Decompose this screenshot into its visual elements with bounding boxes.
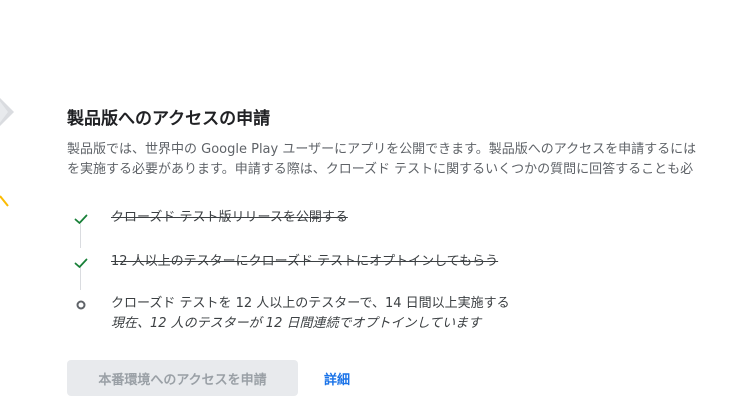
checklist-item-label: 12 人以上のテスターにクローズド テストにオプトインしてもらう — [111, 254, 499, 269]
circle-icon — [76, 300, 86, 310]
checklist-item-status-text: 現在、12 人のテスターが 12 日間連続でオプトインしています — [111, 316, 482, 331]
check-icon — [74, 214, 88, 224]
description-line-1: 製品版では、世界中の Google Play ユーザーにアプリを公開できます。製… — [67, 142, 697, 157]
request-production-access-button[interactable]: 本番環境へのアクセスを申請 — [67, 360, 298, 396]
checklist-item-3: クローズド テストを 12 人以上のテスターで、14 日間以上実施する 現在、1… — [67, 290, 739, 331]
illustration-graphic — [0, 98, 14, 207]
production-access-panel: 製品版へのアクセスの申請 製品版では、世界中の Google Play ユーザー… — [0, 0, 739, 415]
checklist-item-label: クローズド テストを 12 人以上のテスターで、14 日間以上実施する 現在、1… — [111, 294, 510, 334]
checklist-item-1: クローズド テスト版リリースを公開する — [67, 204, 739, 244]
section-title: 製品版へのアクセスの申請 — [67, 109, 271, 129]
checklist-item-label: クローズド テスト版リリースを公開する — [111, 210, 348, 225]
description-line-2: を実施する必要があります。申請する際は、クローズド テストに関するいくつかの質問… — [67, 162, 694, 177]
check-icon — [74, 258, 88, 268]
checklist-item-main-text: クローズド テストを 12 人以上のテスターで、14 日間以上実施する — [111, 296, 510, 311]
checklist-item-2: 12 人以上のテスターにクローズド テストにオプトインしてもらう — [67, 248, 739, 288]
details-link[interactable]: 詳細 — [324, 369, 350, 388]
section-description: 製品版では、世界中の Google Play ユーザーにアプリを公開できます。製… — [67, 140, 739, 180]
